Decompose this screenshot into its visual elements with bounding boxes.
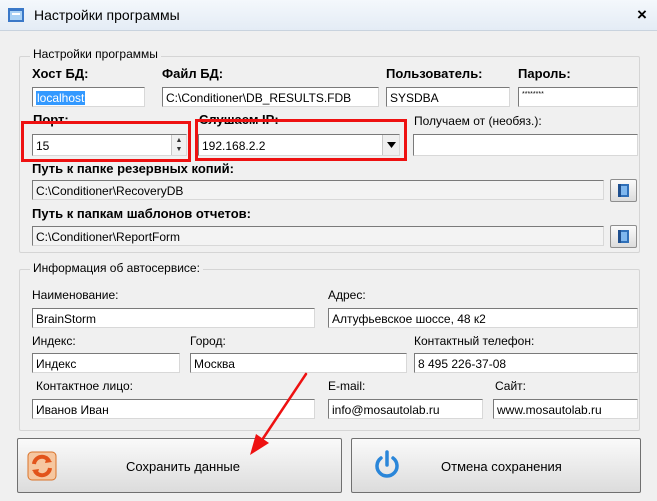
annotation-arrow	[250, 372, 308, 455]
